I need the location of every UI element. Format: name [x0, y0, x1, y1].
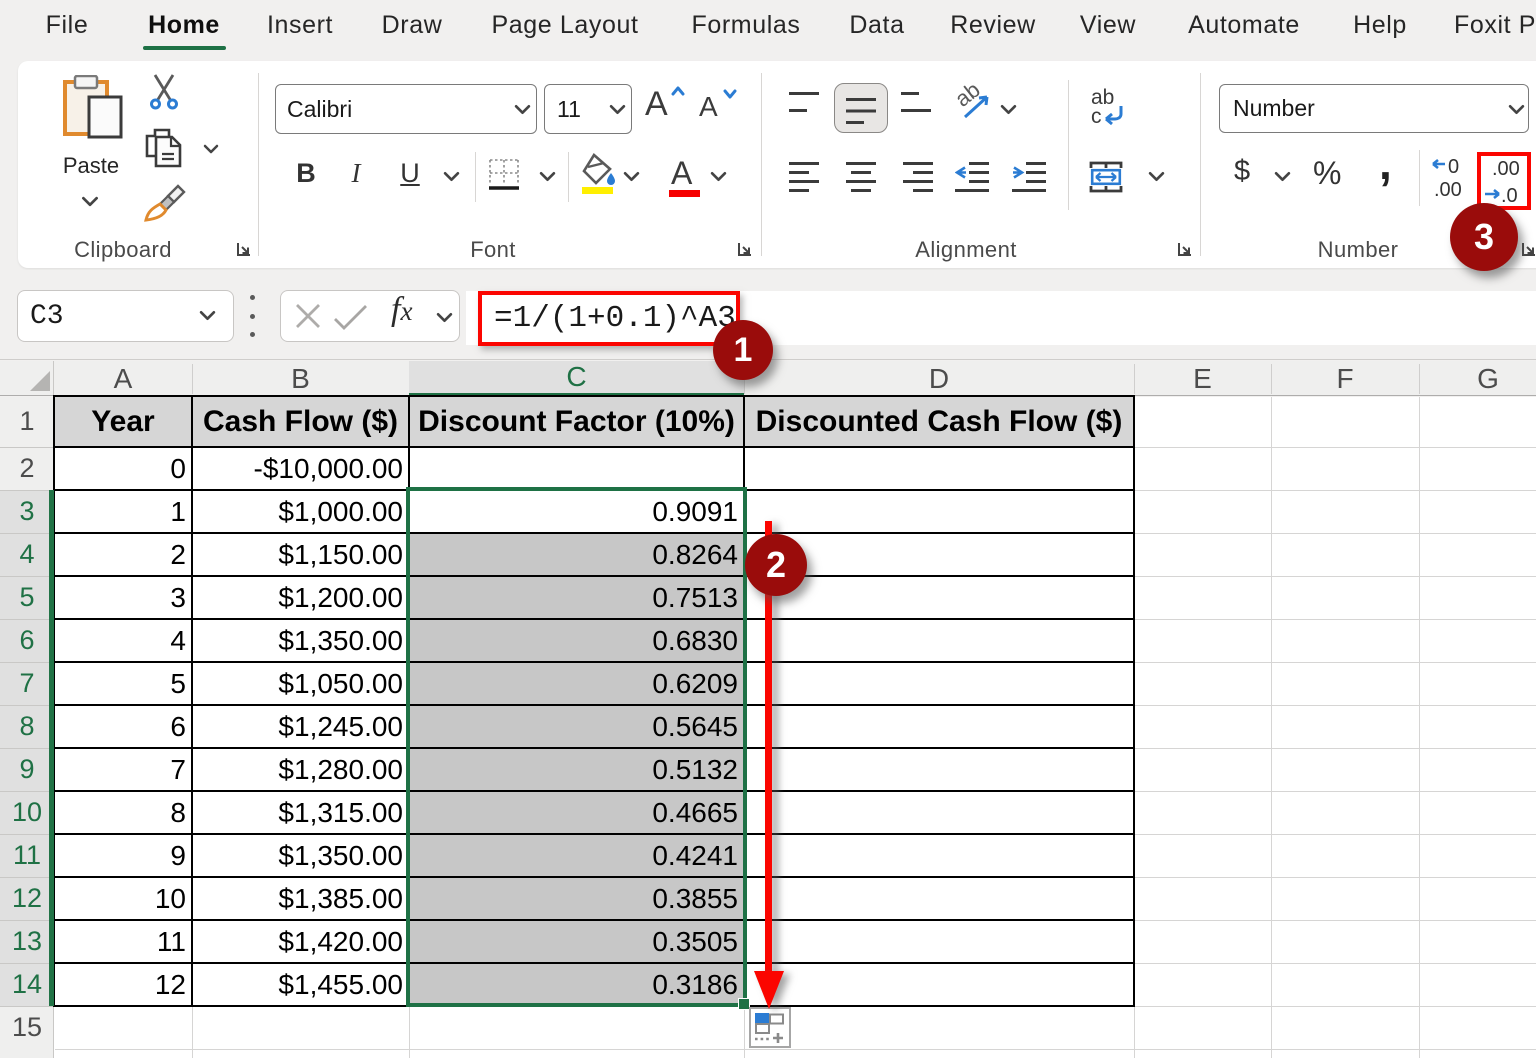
- svg-text:A: A: [699, 91, 718, 120]
- svg-text:c: c: [1091, 105, 1102, 126]
- svg-text:A: A: [645, 85, 668, 120]
- svg-text:0: 0: [1448, 156, 1459, 178]
- svg-text:.00: .00: [1434, 179, 1462, 200]
- svg-text:A: A: [671, 156, 693, 191]
